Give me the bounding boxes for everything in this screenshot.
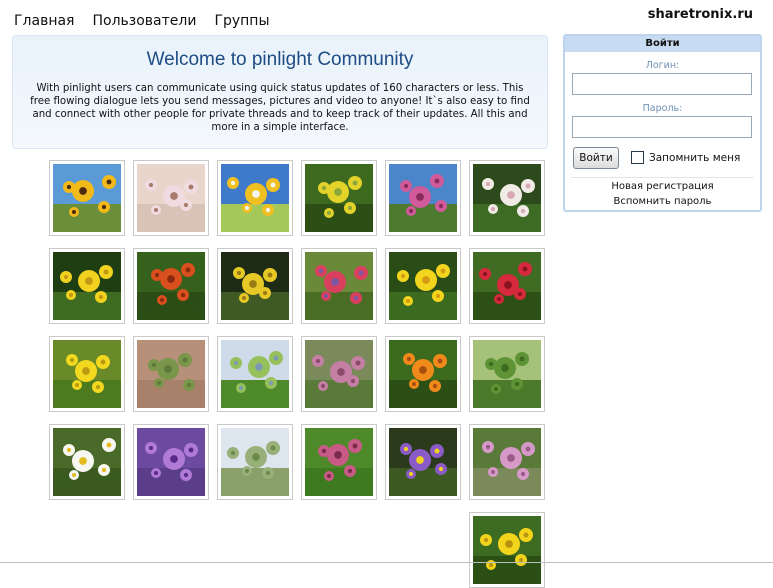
photo-image	[53, 340, 121, 408]
top-nav: Главная Пользователи Группы	[14, 13, 270, 29]
remember-me[interactable]: Запомнить меня	[631, 151, 740, 164]
login-field[interactable]	[572, 73, 752, 95]
login-button[interactable]: Войти	[573, 147, 619, 169]
remember-checkbox[interactable]	[631, 151, 644, 164]
photo-thumbnail[interactable]	[385, 248, 461, 324]
password-label: Пароль:	[642, 103, 683, 114]
photo-image	[389, 340, 457, 408]
photo-image	[137, 164, 205, 232]
site-brand: sharetronix.ru	[647, 7, 753, 22]
photo-thumbnail[interactable]	[49, 336, 125, 412]
photo-thumbnail[interactable]	[133, 424, 209, 500]
photo-thumbnail[interactable]	[133, 248, 209, 324]
photo-image	[305, 252, 373, 320]
photo-thumbnail[interactable]	[385, 424, 461, 500]
photo-thumbnail[interactable]	[301, 248, 377, 324]
welcome-title: Welcome to pinlight Community	[146, 49, 414, 70]
photo-image	[221, 252, 289, 320]
password-field[interactable]	[572, 116, 752, 138]
login-panel: Войти Логин: Пароль: Войти Запомнить мен…	[563, 34, 762, 212]
photo-image	[137, 340, 205, 408]
login-header: Войти	[565, 36, 760, 52]
photo-thumbnail[interactable]	[133, 336, 209, 412]
photo-thumbnail[interactable]	[217, 424, 293, 500]
photo-thumbnail[interactable]	[49, 424, 125, 500]
photo-image	[389, 428, 457, 496]
photo-image	[221, 428, 289, 496]
photo-image	[53, 252, 121, 320]
photo-thumbnail[interactable]	[301, 336, 377, 412]
login-label: Логин:	[645, 60, 680, 71]
photo-image	[137, 252, 205, 320]
photo-thumbnail[interactable]	[385, 160, 461, 236]
forgot-password-link[interactable]: Вспомнить пароль	[565, 196, 760, 207]
photo-thumbnail[interactable]	[469, 336, 545, 412]
photo-image	[221, 164, 289, 232]
photo-image	[473, 516, 541, 584]
photo-thumbnail[interactable]	[49, 160, 125, 236]
photo-image	[305, 340, 373, 408]
welcome-text: With pinlight users can communicate usin…	[30, 83, 530, 133]
photo-image	[137, 428, 205, 496]
nav-item-users[interactable]: Пользователи	[92, 13, 196, 29]
photo-image	[53, 428, 121, 496]
photo-image	[305, 164, 373, 232]
photo-thumbnail[interactable]	[469, 424, 545, 500]
login-divider	[571, 177, 754, 178]
photo-thumbnail[interactable]	[217, 248, 293, 324]
photo-image	[389, 164, 457, 232]
photo-image	[305, 428, 373, 496]
photo-image	[53, 164, 121, 232]
photo-thumbnail[interactable]	[469, 512, 545, 588]
photo-thumbnail[interactable]	[385, 336, 461, 412]
photo-thumbnail[interactable]	[217, 160, 293, 236]
photo-thumbnail[interactable]	[469, 248, 545, 324]
welcome-panel: Welcome to pinlight Community With pinli…	[12, 35, 548, 149]
nav-item-groups[interactable]: Группы	[214, 13, 269, 29]
photo-image	[473, 428, 541, 496]
photo-thumbnail[interactable]	[133, 160, 209, 236]
register-link[interactable]: Новая регистрация	[565, 181, 760, 192]
photo-thumbnail[interactable]	[217, 336, 293, 412]
nav-item-home[interactable]: Главная	[14, 13, 74, 29]
remember-label: Запомнить меня	[649, 151, 741, 164]
photo-thumbnail[interactable]	[49, 248, 125, 324]
photo-thumbnail[interactable]	[469, 160, 545, 236]
photo-image	[473, 252, 541, 320]
photo-thumbnail[interactable]	[301, 424, 377, 500]
photo-image	[473, 340, 541, 408]
photo-image	[221, 340, 289, 408]
photo-image	[389, 252, 457, 320]
photo-image	[473, 164, 541, 232]
page-bottom-divider	[0, 562, 773, 563]
photo-thumbnail[interactable]	[301, 160, 377, 236]
